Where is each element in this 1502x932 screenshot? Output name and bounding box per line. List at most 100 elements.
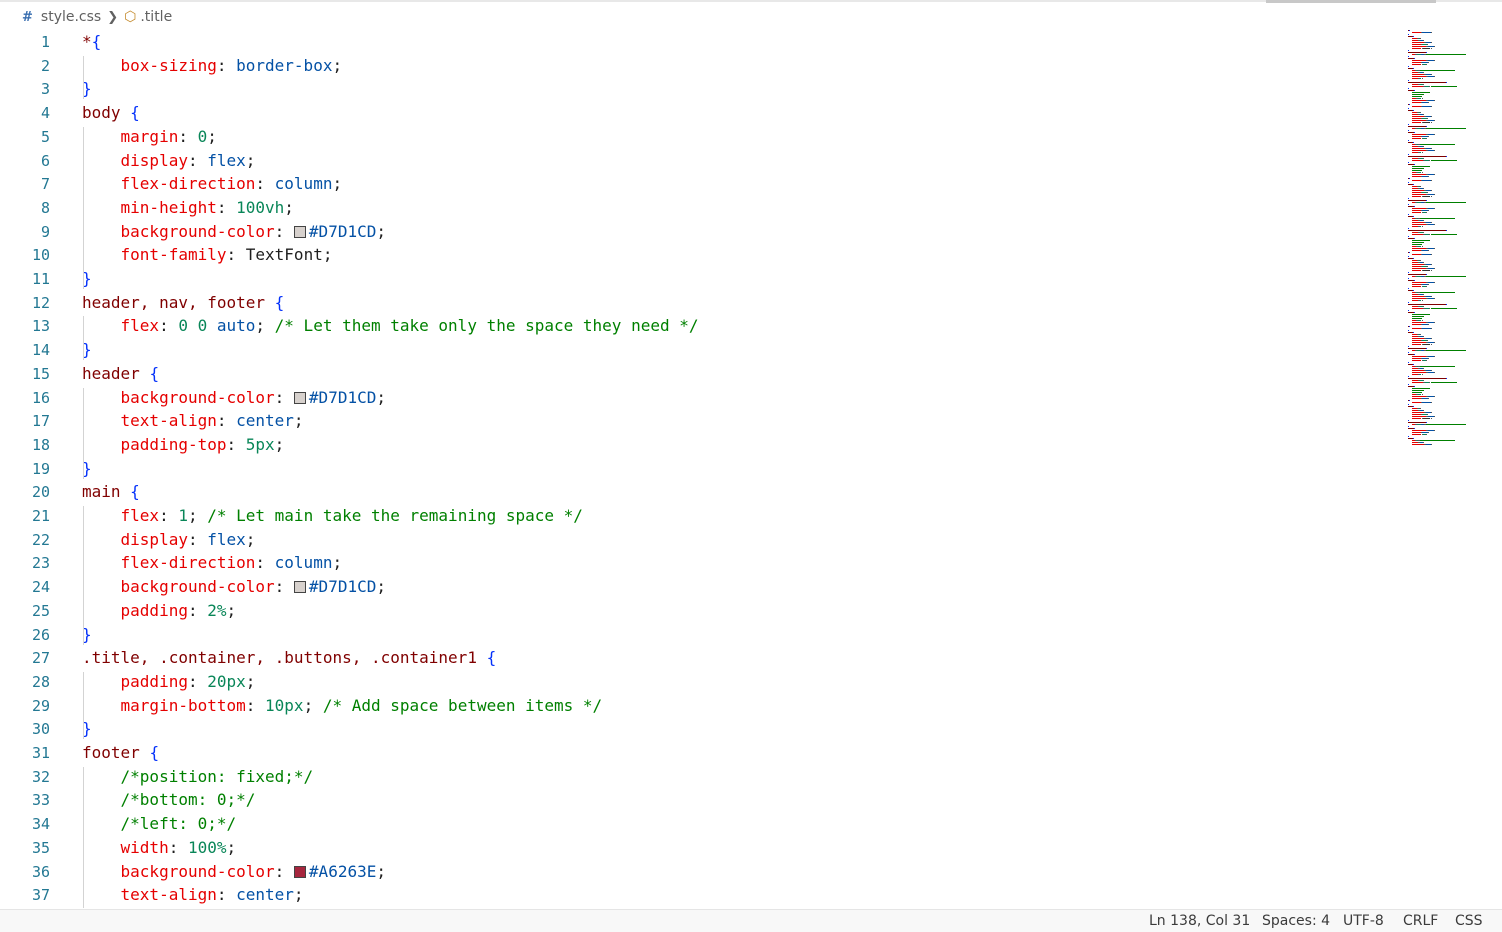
code-line[interactable]: 27 .title, .container, .buttons, .contain… xyxy=(0,646,1400,670)
code-line[interactable]: 21 flex: 1; /* Let main take the remaini… xyxy=(0,504,1400,528)
code-text[interactable]: /*position: fixed;*/ xyxy=(82,765,314,789)
code-text[interactable]: flex-direction: column; xyxy=(82,172,343,196)
minimap-stroke xyxy=(1411,270,1422,271)
code-text[interactable]: *{ xyxy=(82,30,101,54)
code-line[interactable]: 6 display: flex; xyxy=(0,149,1400,173)
code-line[interactable]: 33 /*bottom: 0;*/ xyxy=(0,788,1400,812)
code-text[interactable]: flex-direction: column; xyxy=(82,551,343,575)
code-line[interactable]: 4 body { xyxy=(0,101,1400,125)
breadcrumb-file[interactable]: style.css xyxy=(41,9,101,25)
color-swatch[interactable] xyxy=(293,225,306,238)
code-text[interactable]: body { xyxy=(82,101,140,125)
code-line[interactable]: 30} xyxy=(0,717,1400,741)
code-line[interactable]: 1 *{ xyxy=(0,30,1400,54)
code-text[interactable]: /*left: 0;*/ xyxy=(82,812,237,836)
color-swatch[interactable] xyxy=(293,581,306,594)
color-swatch[interactable] xyxy=(293,391,306,404)
code-line[interactable]: 13 flex: 0 0 auto; /* Let them take only… xyxy=(0,314,1400,338)
code-text[interactable]: margin-bottom: 10px; /* Add space betwee… xyxy=(82,694,603,718)
code-line[interactable]: 2 box-sizing: border-box; xyxy=(0,54,1400,78)
code-line[interactable]: 23 flex-direction: column; xyxy=(0,551,1400,575)
code-text[interactable]: box-sizing: border-box; xyxy=(82,54,343,78)
code-text[interactable]: footer { xyxy=(82,741,159,765)
code-text[interactable]: header, nav, footer { xyxy=(82,291,284,315)
minimap-stroke xyxy=(1411,96,1423,97)
code-text[interactable]: header { xyxy=(82,362,159,386)
minimap-stroke xyxy=(1408,426,1409,427)
minimap-stroke xyxy=(1434,76,1436,77)
code-line[interactable]: 36 background-color: #A6263E; xyxy=(0,860,1400,884)
code-line[interactable]: 18 padding-top: 5px; xyxy=(0,433,1400,457)
code-line[interactable]: 25 padding: 2%; xyxy=(0,599,1400,623)
code-text[interactable]: width: 100%; xyxy=(82,836,237,860)
code-line[interactable]: 29 margin-bottom: 10px; /* Add space bet… xyxy=(0,694,1400,718)
code-line[interactable]: 20 main { xyxy=(0,480,1400,504)
code-text[interactable]: display: flex; xyxy=(82,149,256,173)
code-text[interactable]: text-align: center; xyxy=(82,883,304,907)
minimap-stroke xyxy=(1430,86,1457,87)
code-line[interactable]: 28 padding: 20px; xyxy=(0,670,1400,694)
code-line[interactable]: 15 header { xyxy=(0,362,1400,386)
code-line[interactable]: 3} xyxy=(0,77,1400,101)
code-text[interactable]: flex: 0 0 auto; /* Let them take only th… xyxy=(82,314,699,338)
code-text[interactable]: padding: 2%; xyxy=(82,599,237,623)
code-text[interactable]: display: flex; xyxy=(82,528,256,552)
code-line[interactable]: 7 flex-direction: column; xyxy=(0,172,1400,196)
code-line[interactable]: 26} xyxy=(0,623,1400,647)
code-line[interactable]: 24 background-color: #D7D1CD; xyxy=(0,575,1400,599)
minimap-stroke xyxy=(1431,116,1433,117)
status-language[interactable]: CSS xyxy=(1455,913,1483,929)
code-line[interactable]: 32 /*position: fixed;*/ xyxy=(0,765,1400,789)
code-text[interactable]: padding: 20px; xyxy=(82,670,256,694)
code-text[interactable]: flex: 1; /* Let main take the remaining … xyxy=(82,504,583,528)
color-value: #D7D1CD xyxy=(308,221,377,241)
minimap-stroke xyxy=(1421,78,1423,79)
code-text[interactable]: background-color: #D7D1CD; xyxy=(82,220,386,244)
code-line[interactable]: 9 background-color: #D7D1CD; xyxy=(0,220,1400,244)
minimap-stroke xyxy=(1408,140,1409,141)
code-line[interactable]: 19} xyxy=(0,457,1400,481)
code-text[interactable]: font-family: TextFont; xyxy=(82,243,333,267)
color-swatch[interactable] xyxy=(293,865,306,878)
code-text[interactable]: margin: 0; xyxy=(82,125,217,149)
status-encoding[interactable]: UTF-8 xyxy=(1343,913,1384,929)
code-line[interactable]: 34 /*left: 0;*/ xyxy=(0,812,1400,836)
code-text[interactable]: background-color: #A6263E; xyxy=(82,860,386,884)
status-eol[interactable]: CRLF xyxy=(1403,913,1438,929)
code-text[interactable]: /*bottom: 0;*/ xyxy=(82,788,256,812)
code-line[interactable]: 11} xyxy=(0,267,1400,291)
code-line[interactable]: 17 text-align: center; xyxy=(0,409,1400,433)
minimap-stroke xyxy=(1408,50,1409,51)
code-text[interactable]: min-height: 100vh; xyxy=(82,196,294,220)
minimap[interactable] xyxy=(1404,30,1474,450)
code-line[interactable]: 22 display: flex; xyxy=(0,528,1400,552)
code-text[interactable]: main { xyxy=(82,480,140,504)
code-line[interactable]: 31 footer { xyxy=(0,741,1400,765)
minimap-stroke xyxy=(1445,304,1447,305)
code-line[interactable]: 5 margin: 0; xyxy=(0,125,1400,149)
code-line[interactable]: 10 font-family: TextFont; xyxy=(0,243,1400,267)
code-line[interactable]: 8 min-height: 100vh; xyxy=(0,196,1400,220)
code-line[interactable]: 16 background-color: #D7D1CD; xyxy=(0,386,1400,410)
minimap-stroke xyxy=(1411,264,1425,265)
status-cursor-position[interactable]: Ln 138, Col 31 xyxy=(1149,913,1250,929)
code-text[interactable]: background-color: #D7D1CD; xyxy=(82,575,386,599)
code-text[interactable]: padding-top: 5px; xyxy=(82,433,285,457)
code-text[interactable]: .title, .container, .buttons, .container… xyxy=(82,646,496,670)
code-editor[interactable]: 1 *{2 box-sizing: border-box; 3} 4 body {5 m… xyxy=(0,30,1400,908)
status-indentation[interactable]: Spaces: 4 xyxy=(1262,913,1330,929)
code-line[interactable]: 12 header, nav, footer { xyxy=(0,291,1400,315)
minimap-stroke xyxy=(1411,74,1425,75)
breadcrumb-symbol[interactable]: .title xyxy=(140,9,172,25)
code-token: background-color xyxy=(120,861,275,881)
code-line[interactable]: 37 text-align: center; xyxy=(0,883,1400,907)
code-line[interactable]: 14} xyxy=(0,338,1400,362)
minimap-stroke xyxy=(1434,342,1436,343)
code-text[interactable]: text-align: center; xyxy=(82,409,304,433)
minimap-stroke xyxy=(1408,214,1409,215)
horizontal-scrollbar-thumb[interactable] xyxy=(1266,0,1436,3)
code-text[interactable]: background-color: #D7D1CD; xyxy=(82,386,386,410)
code-line[interactable]: 35 width: 100%; xyxy=(0,836,1400,860)
